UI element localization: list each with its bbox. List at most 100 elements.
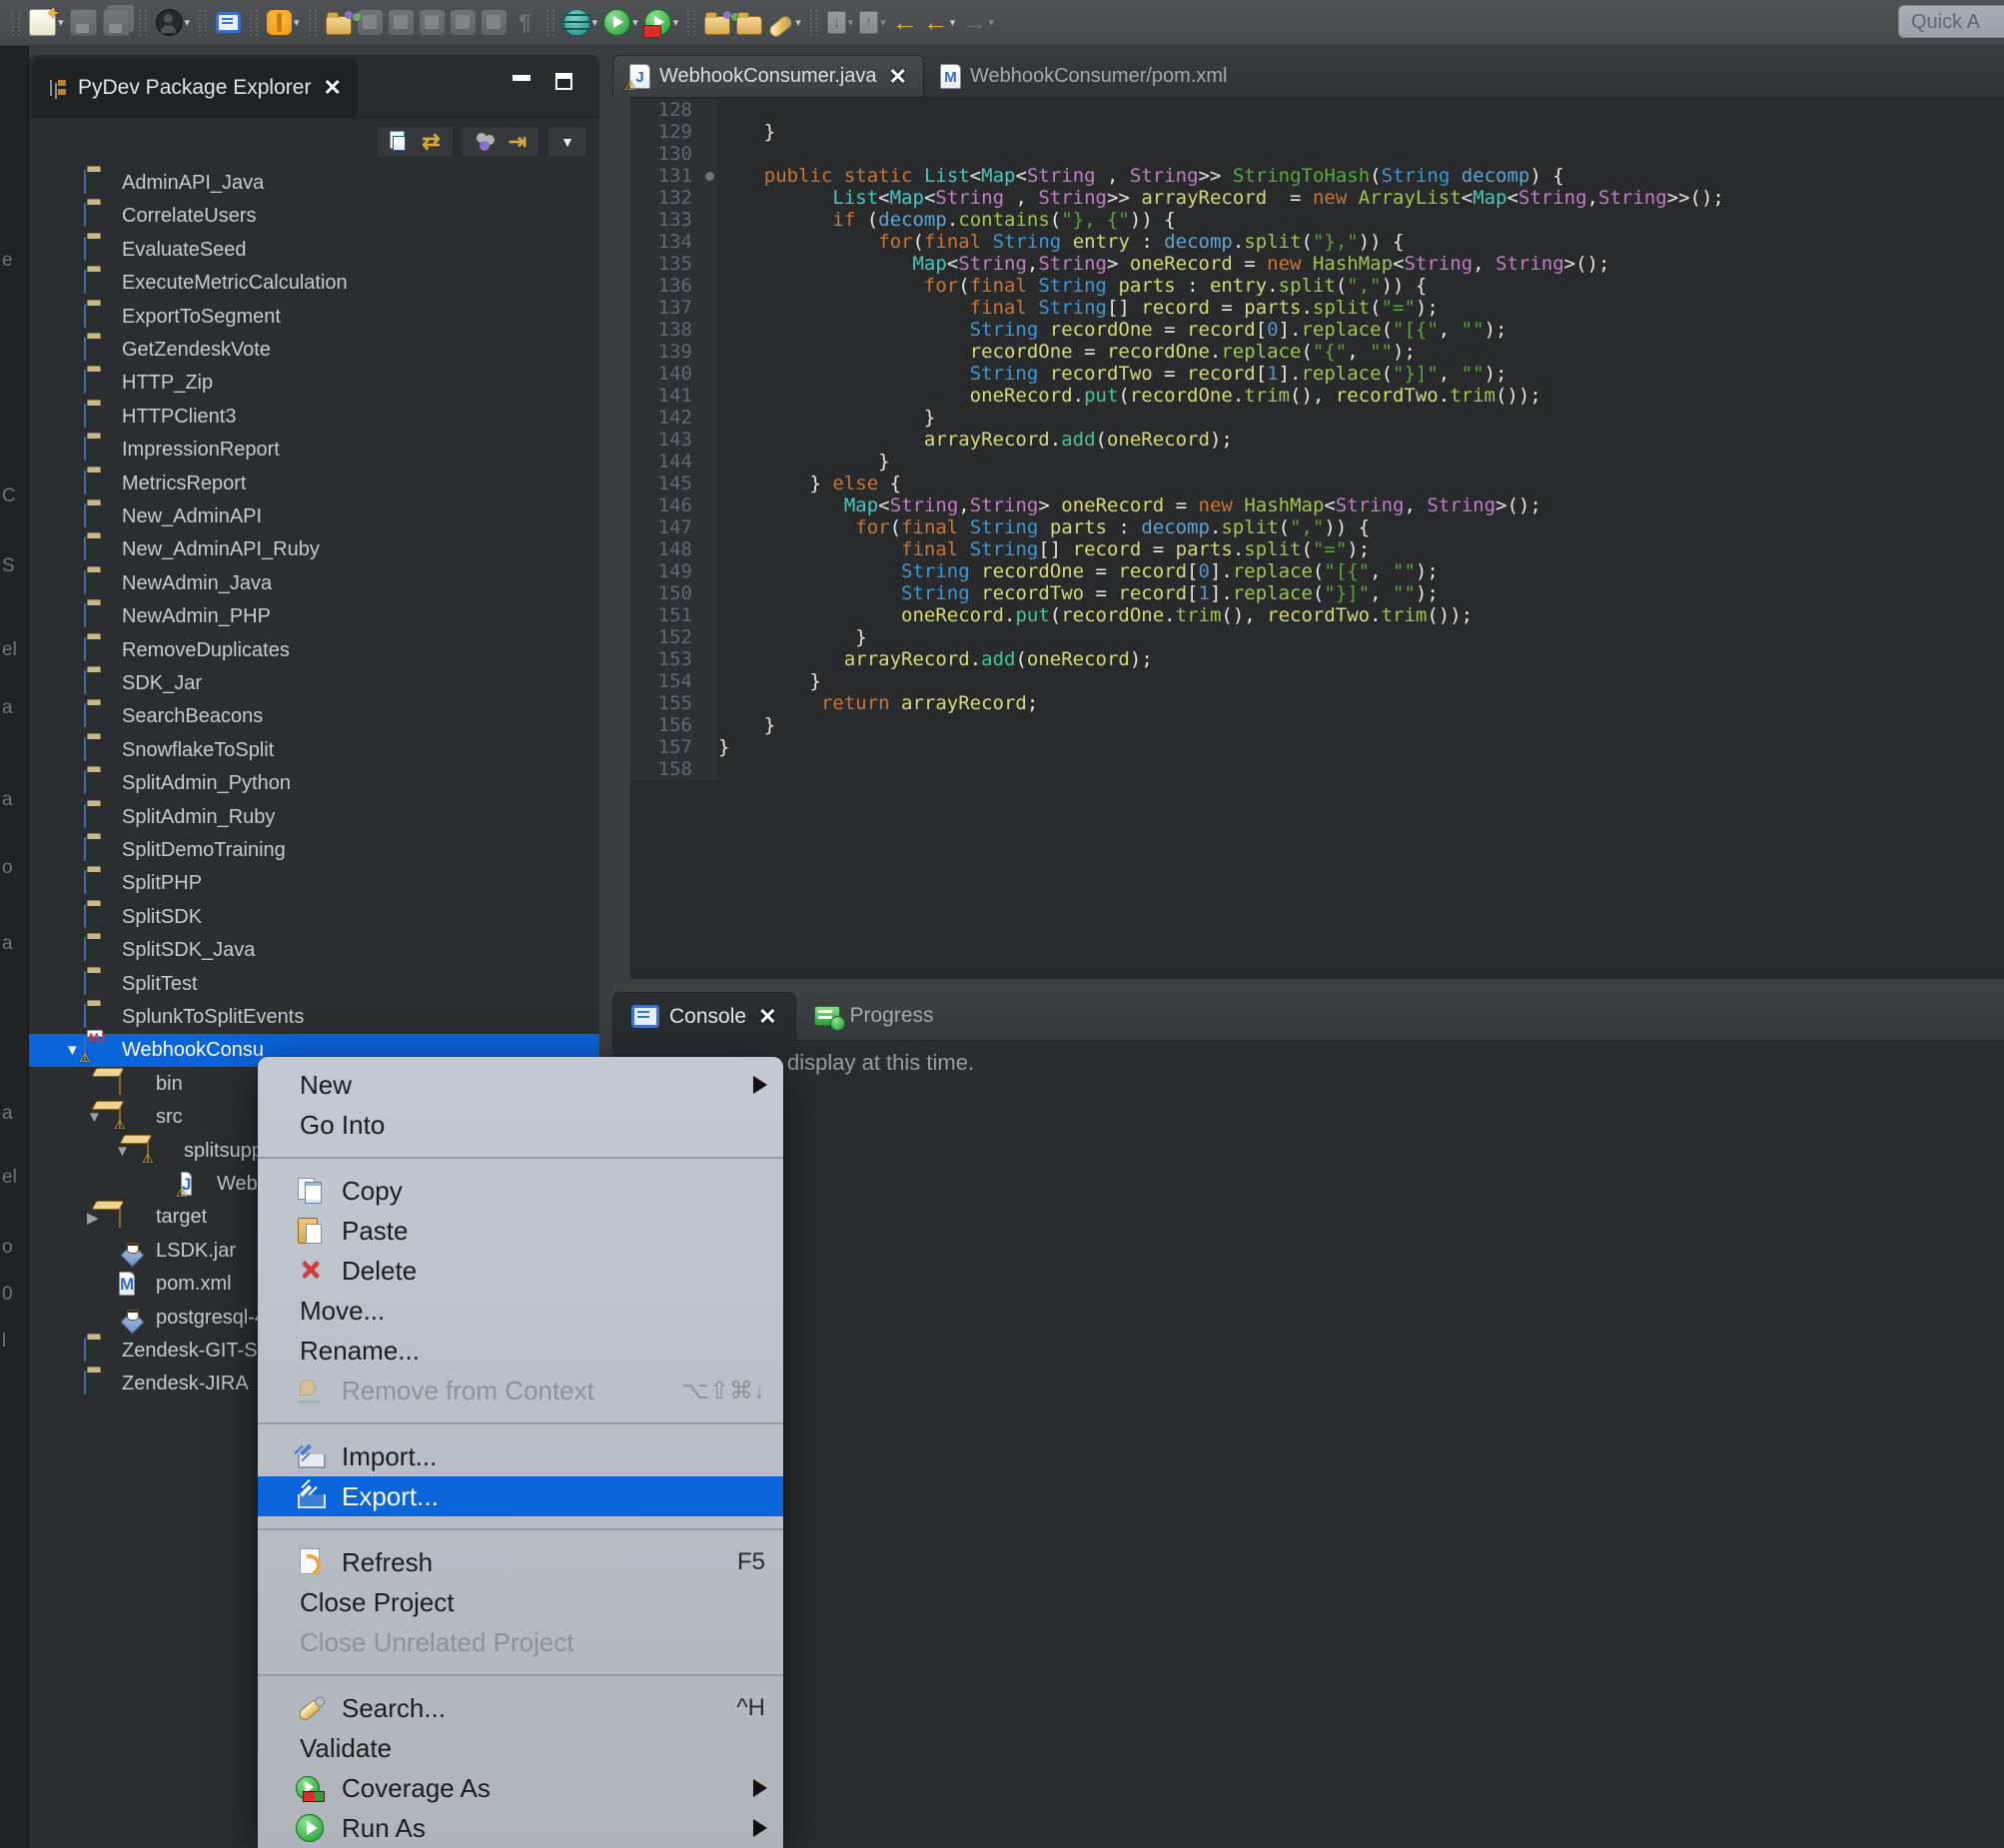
close-icon[interactable]: ✕ bbox=[323, 75, 341, 101]
chevron-down-icon[interactable]: ▼ bbox=[115, 1143, 130, 1160]
menu-item-delete[interactable]: ×Delete bbox=[258, 1251, 783, 1291]
package-presentation-icon[interactable] bbox=[475, 131, 497, 153]
tree-item-splitsdk-java[interactable]: SplitSDK_Java bbox=[29, 934, 599, 967]
dropdown-arrow-icon[interactable]: ▾ bbox=[988, 16, 994, 29]
code-line-141[interactable]: 141 oneRecord.put(recordOne.trim(), reco… bbox=[630, 385, 2004, 407]
chevron-right-icon[interactable]: ▶ bbox=[87, 1209, 99, 1227]
menu-item-copy[interactable]: Copy bbox=[258, 1171, 783, 1211]
code-line-146[interactable]: 146 Map<String,String> oneRecord = new H… bbox=[630, 494, 2004, 516]
tree-item-sdk-jar[interactable]: SDK_Jar bbox=[29, 667, 599, 700]
code-line-130[interactable]: 130 bbox=[630, 143, 2004, 165]
dropdown-arrow-icon[interactable]: ▾ bbox=[592, 16, 598, 29]
dropdown-arrow-icon[interactable]: ▾ bbox=[848, 16, 854, 29]
code-line-133[interactable]: 133 if (decomp.contains("}, {")) { bbox=[630, 209, 2004, 231]
focus-on-active-task-icon[interactable]: ⇥ bbox=[508, 129, 526, 155]
tree-item-impressionreport[interactable]: ImpressionReport bbox=[29, 434, 599, 466]
menu-item-import[interactable]: Import... bbox=[258, 1436, 783, 1476]
dropdown-arrow-icon[interactable]: ▾ bbox=[950, 16, 956, 29]
quick-access-input[interactable]: Quick A bbox=[1898, 5, 2004, 38]
tree-item-splittest[interactable]: SplitTest bbox=[29, 968, 599, 1001]
menu-item-run-as[interactable]: Run As bbox=[258, 1808, 783, 1848]
maximize-view-button[interactable] bbox=[553, 73, 579, 95]
code-line-148[interactable]: 148 final String[] record = parts.split(… bbox=[630, 538, 2004, 560]
import-projects-icon[interactable] bbox=[326, 10, 352, 35]
code-line-152[interactable]: 152 } bbox=[630, 626, 2004, 648]
close-icon[interactable]: ✕ bbox=[758, 1004, 776, 1030]
dropdown-arrow-icon[interactable]: ▾ bbox=[880, 16, 886, 29]
code-line-131[interactable]: 131 public static List<Map<String , Stri… bbox=[630, 165, 2004, 187]
code-line-151[interactable]: 151 oneRecord.put(recordOne.trim(), reco… bbox=[630, 604, 2004, 626]
tree-item-newadmin-php[interactable]: NewAdmin_PHP bbox=[29, 600, 599, 633]
tree-item-new-adminapi-ruby[interactable]: New_AdminAPI_Ruby bbox=[29, 533, 599, 566]
editor-tab-webhookconsumer-java[interactable]: JWebhookConsumer.java✕ bbox=[612, 55, 924, 97]
tree-item-splitsdk[interactable]: SplitSDK bbox=[29, 901, 599, 934]
tree-item-exporttosegment[interactable]: ExportToSegment bbox=[29, 301, 599, 334]
code-line-150[interactable]: 150 String recordTwo = record[1].replace… bbox=[630, 582, 2004, 604]
tree-item-searchbeacons[interactable]: SearchBeacons bbox=[29, 700, 599, 733]
dropdown-arrow-icon[interactable]: ▾ bbox=[795, 16, 801, 29]
tree-item-httpclient3[interactable]: HTTPClient3 bbox=[29, 401, 599, 434]
menu-item-paste[interactable]: Paste bbox=[258, 1211, 783, 1251]
code-line-153[interactable]: 153 arrayRecord.add(oneRecord); bbox=[630, 648, 2004, 670]
menu-item-new[interactable]: New bbox=[258, 1065, 783, 1105]
debug-bug-icon[interactable]: ▾ bbox=[563, 9, 598, 36]
code-line-147[interactable]: 147 for(final String parts : decomp.spli… bbox=[630, 516, 2004, 538]
tree-item-splitadmin-ruby[interactable]: SplitAdmin_Ruby bbox=[29, 801, 599, 834]
tree-item-snowflaketosplit[interactable]: SnowflakeToSplit bbox=[29, 734, 599, 767]
open-folder-icon[interactable] bbox=[704, 10, 730, 35]
dropdown-arrow-icon[interactable]: ▾ bbox=[632, 16, 638, 29]
search-torch-icon[interactable]: ▾ bbox=[768, 13, 801, 33]
code-line-137[interactable]: 137 final String[] record = parts.split(… bbox=[630, 297, 2004, 319]
code-line-158[interactable]: 158 bbox=[630, 758, 2004, 780]
console-tab-console[interactable]: Console✕ bbox=[612, 992, 796, 1040]
tree-item-executemetriccalculation[interactable]: ExecuteMetricCalculation bbox=[29, 267, 599, 300]
code-line-139[interactable]: 139 recordOne = recordOne.replace("{", "… bbox=[630, 341, 2004, 363]
last-edit-icon[interactable]: ← bbox=[892, 10, 917, 35]
tree-item-removeduplicates[interactable]: RemoveDuplicates bbox=[29, 634, 599, 667]
code-line-149[interactable]: 149 String recordOne = record[0].replace… bbox=[630, 560, 2004, 582]
menu-item-refresh[interactable]: RefreshF5 bbox=[258, 1542, 783, 1582]
tree-item-splitadmin-python[interactable]: SplitAdmin_Python bbox=[29, 767, 599, 800]
menu-item-coverage-as[interactable]: Coverage As bbox=[258, 1768, 783, 1808]
code-line-136[interactable]: 136 for(final String parts : entry.split… bbox=[630, 275, 2004, 297]
code-line-156[interactable]: 156 } bbox=[630, 714, 2004, 736]
tree-item-new-adminapi[interactable]: New_AdminAPI bbox=[29, 500, 599, 533]
tree-item-http-zip[interactable]: HTTP_Zip bbox=[29, 367, 599, 400]
code-line-140[interactable]: 140 String recordTwo = record[1].replace… bbox=[630, 363, 2004, 385]
tree-item-newadmin-java[interactable]: NewAdmin_Java bbox=[29, 567, 599, 600]
split-plugin-icon[interactable]: ▾ bbox=[267, 10, 300, 35]
open-resource-icon[interactable] bbox=[736, 10, 762, 35]
tree-item-adminapi-java[interactable]: AdminAPI_Java bbox=[29, 167, 599, 200]
chevron-down-icon[interactable]: ▼ bbox=[87, 1109, 102, 1126]
tree-item-splunktosplitevents[interactable]: SplunkToSplitEvents bbox=[29, 1001, 599, 1034]
menu-item-validate[interactable]: Validate bbox=[258, 1728, 783, 1768]
console-display-icon[interactable] bbox=[216, 12, 241, 33]
code-line-154[interactable]: 154 } bbox=[630, 670, 2004, 692]
back-icon[interactable]: ←▾ bbox=[923, 10, 956, 35]
code-area[interactable]: 128129 }130131 public static List<Map<St… bbox=[630, 99, 2004, 780]
menu-item-export[interactable]: Export... bbox=[258, 1476, 783, 1516]
code-line-145[interactable]: 145 } else { bbox=[630, 472, 2004, 494]
minimize-view-button[interactable] bbox=[509, 73, 535, 95]
chevron-down-icon[interactable]: ▼ bbox=[65, 1042, 80, 1059]
tree-item-splitphp[interactable]: SplitPHP bbox=[29, 867, 599, 900]
menu-item-search[interactable]: Search...^H bbox=[258, 1688, 783, 1728]
tree-item-splitdemotraining[interactable]: SplitDemoTraining bbox=[29, 834, 599, 867]
link-with-editor-icon[interactable]: ⇄ bbox=[422, 129, 440, 155]
code-line-157[interactable]: 157} bbox=[630, 736, 2004, 758]
tab-pydev-package-explorer[interactable]: PyDev Package Explorer ✕ bbox=[32, 59, 358, 117]
code-line-142[interactable]: 142 } bbox=[630, 407, 2004, 429]
code-line-128[interactable]: 128 bbox=[630, 99, 2004, 121]
code-line-143[interactable]: 143 arrayRecord.add(oneRecord); bbox=[630, 429, 2004, 451]
dropdown-arrow-icon[interactable]: ▾ bbox=[185, 16, 191, 29]
run-config-icon[interactable]: ▾ bbox=[644, 9, 679, 36]
dropdown-arrow-icon[interactable]: ▾ bbox=[673, 16, 679, 29]
tree-item-evaluateseed[interactable]: EvaluateSeed bbox=[29, 234, 599, 267]
tree-item-metricsreport[interactable]: MetricsReport bbox=[29, 467, 599, 500]
code-line-155[interactable]: 155 return arrayRecord; bbox=[630, 692, 2004, 714]
menu-item-move[interactable]: Move... bbox=[258, 1291, 783, 1331]
dropdown-arrow-icon[interactable]: ▾ bbox=[58, 16, 64, 29]
run-icon[interactable]: ▾ bbox=[603, 9, 638, 36]
profile-icon[interactable]: ▾ bbox=[156, 9, 191, 36]
code-line-132[interactable]: 132 List<Map<String , String>> arrayReco… bbox=[630, 187, 2004, 209]
